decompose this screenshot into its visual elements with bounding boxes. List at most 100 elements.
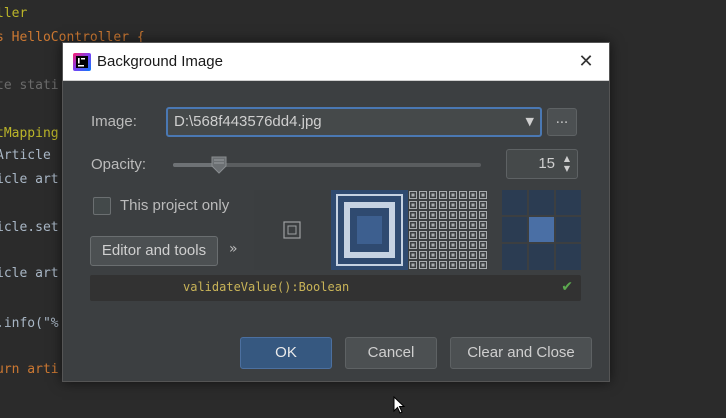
- chevron-right-icon[interactable]: »: [229, 241, 238, 257]
- placement-anchor-grid[interactable]: [502, 190, 581, 270]
- tile-pattern-dot: [421, 253, 425, 257]
- browse-button[interactable]: ...: [547, 108, 577, 136]
- image-path-combobox[interactable]: D:\568f443576dd4.jpg ▼: [166, 107, 542, 137]
- code-line: urn arti: [0, 362, 59, 377]
- tile-pattern-dot: [411, 263, 415, 267]
- code-line: icle art: [0, 266, 59, 281]
- mouse-cursor-icon: [393, 395, 407, 414]
- tile-pattern-dot: [451, 253, 455, 257]
- code-line: Article: [0, 148, 59, 163]
- tile-pattern-dot: [451, 263, 455, 267]
- tile-pattern-dot: [431, 213, 435, 217]
- placement-center-tile[interactable]: [254, 190, 331, 270]
- tile-pattern-dot: [481, 223, 485, 227]
- tile-pattern-dot: [431, 243, 435, 247]
- tile-pattern-dot: [451, 233, 455, 237]
- clear-and-close-button[interactable]: Clear and Close: [450, 337, 592, 369]
- tile-pattern-dot: [441, 193, 445, 197]
- background-image-dialog: Background Image ✕ Image: D:\568f443576d…: [62, 42, 610, 382]
- tile-pattern-dot: [421, 193, 425, 197]
- this-project-only-label: This project only: [120, 197, 230, 214]
- checkmark-icon: ✔: [561, 279, 573, 295]
- tile-pattern-dot: [481, 243, 485, 247]
- tile-pattern-dot: [411, 223, 415, 227]
- tile-pattern-dot: [481, 253, 485, 257]
- tile-pattern-dot: [471, 193, 475, 197]
- tile-pattern-dot: [441, 213, 445, 217]
- tile-pattern-dot: [441, 243, 445, 247]
- tile-pattern-dot: [431, 223, 435, 227]
- close-icon[interactable]: ✕: [575, 51, 597, 73]
- tile-pattern-dot: [461, 243, 465, 247]
- dialog-title: Background Image: [97, 53, 223, 70]
- dialog-titlebar: Background Image ✕: [63, 43, 609, 81]
- tile-pattern-dot: [441, 233, 445, 237]
- cancel-button[interactable]: Cancel: [345, 337, 437, 369]
- tile-pattern-dot: [481, 213, 485, 217]
- tile-pattern-dot: [461, 263, 465, 267]
- tile-pattern-dot: [471, 263, 475, 267]
- opacity-slider[interactable]: [173, 156, 481, 174]
- opacity-value: 15: [538, 155, 555, 172]
- tile-pattern-dot: [421, 243, 425, 247]
- tile-pattern-dot: [471, 203, 475, 207]
- placement-previews: [254, 190, 581, 270]
- code-line: te stati: [0, 78, 59, 93]
- placement-scale-tile[interactable]: [331, 190, 408, 270]
- tile-pattern-dot: [461, 253, 465, 257]
- tile-pattern-dot: [481, 233, 485, 237]
- tile-pattern-dot: [461, 193, 465, 197]
- tile-pattern-dot: [481, 193, 485, 197]
- tile-pattern-dot: [481, 203, 485, 207]
- tile-pattern-dot: [411, 203, 415, 207]
- tile-pattern-dot: [421, 203, 425, 207]
- tile-pattern-dot: [431, 203, 435, 207]
- tile-pattern-dot: [421, 263, 425, 267]
- tile-pattern-dot: [421, 233, 425, 237]
- placement-tile-pattern[interactable]: [408, 190, 488, 270]
- tile-pattern-dot: [431, 263, 435, 267]
- image-path-value: D:\568f443576dd4.jpg: [174, 113, 322, 130]
- tile-pattern-dot: [451, 213, 455, 217]
- intellij-app-icon: [73, 53, 91, 71]
- ok-button[interactable]: OK: [240, 337, 332, 369]
- tile-pattern-dot: [431, 193, 435, 197]
- tile-pattern-dot: [441, 223, 445, 227]
- tile-pattern-dot: [441, 253, 445, 257]
- preview-code-text: validateValue():Boolean: [183, 280, 350, 294]
- opacity-label: Opacity:: [91, 156, 147, 173]
- opacity-spinner[interactable]: 15 ▲ ▼: [506, 149, 578, 179]
- tile-pattern-dot: [461, 203, 465, 207]
- tile-pattern-dot: [461, 233, 465, 237]
- tile-pattern-dot: [471, 233, 475, 237]
- code-line: tMapping: [0, 126, 59, 141]
- code-line: icle.set: [0, 220, 59, 235]
- code-line: .info("%: [0, 316, 59, 331]
- tile-pattern-dot: [451, 193, 455, 197]
- tile-pattern-dot: [411, 213, 415, 217]
- code-line: icle art: [0, 172, 59, 187]
- tile-pattern-dot: [441, 203, 445, 207]
- tile-pattern-dot: [411, 193, 415, 197]
- dropdown-arrow-icon[interactable]: ▼: [526, 113, 534, 131]
- tile-pattern-dot: [411, 253, 415, 257]
- tile-pattern-dot: [421, 223, 425, 227]
- tile-pattern-dot: [471, 253, 475, 257]
- spinner-arrows-icon[interactable]: ▲ ▼: [562, 154, 572, 174]
- tile-pattern-dot: [471, 213, 475, 217]
- tile-pattern-dot: [451, 243, 455, 247]
- tile-pattern-dot: [481, 263, 485, 267]
- tile-pattern-dot: [411, 233, 415, 237]
- tile-pattern-dot: [461, 223, 465, 227]
- this-project-only-checkbox[interactable]: [93, 197, 111, 215]
- tile-pattern-dot: [441, 263, 445, 267]
- editor-and-tools-button[interactable]: Editor and tools: [90, 236, 218, 266]
- tile-pattern-dot: [411, 243, 415, 247]
- preview-code-strip: validateValue():Boolean ✔: [90, 275, 581, 301]
- tile-pattern-dot: [451, 223, 455, 227]
- tile-pattern-dot: [471, 223, 475, 227]
- code-line: ller: [0, 6, 28, 21]
- tile-pattern-dot: [431, 253, 435, 257]
- tile-pattern-dot: [421, 213, 425, 217]
- image-label: Image:: [91, 113, 137, 130]
